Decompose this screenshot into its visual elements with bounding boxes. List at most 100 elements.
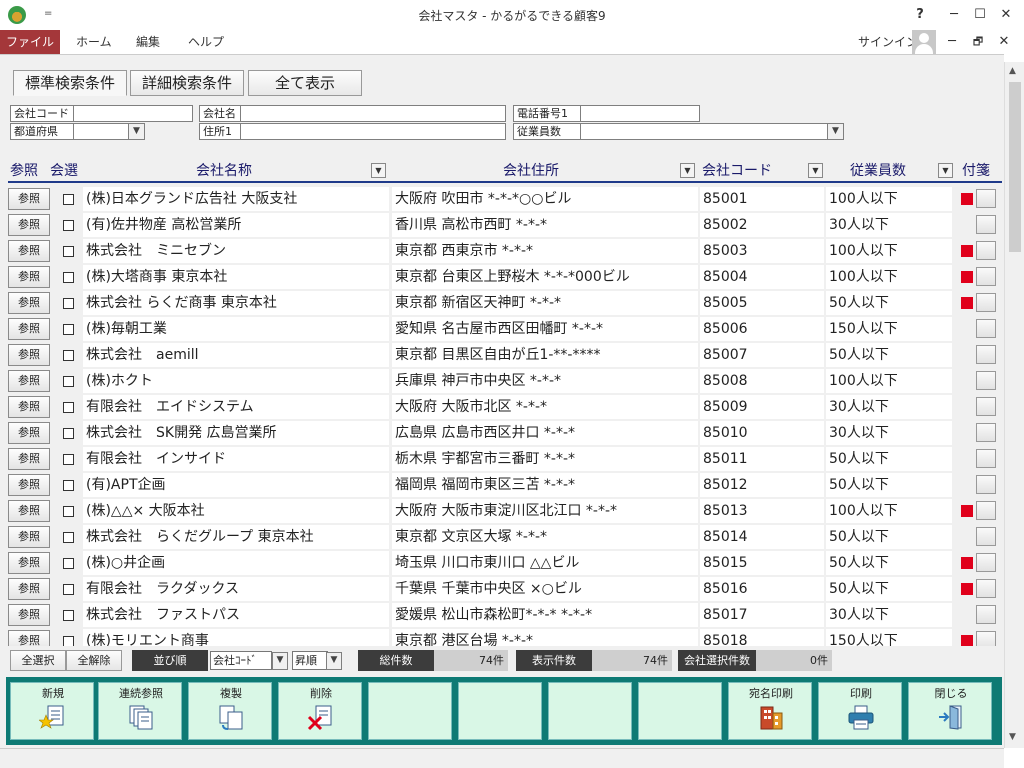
row-checkbox[interactable]: [63, 376, 74, 387]
row-checkbox[interactable]: [63, 194, 74, 205]
duplicate-button[interactable]: 複製: [188, 682, 272, 740]
chevron-down-icon[interactable]: ▼: [827, 123, 844, 140]
tag-button[interactable]: [976, 189, 996, 208]
table-row[interactable]: 参照 株式会社 ファストパス 愛媛県 松山市森松町*-*-* *-*-* 85017 3…: [8, 602, 1002, 628]
tag-button[interactable]: [976, 241, 996, 260]
ref-button[interactable]: 参照: [8, 500, 50, 522]
tab-help[interactable]: ヘルプ: [188, 30, 224, 54]
tag-button[interactable]: [976, 527, 996, 546]
tab-standard-search[interactable]: 標準検索条件: [13, 70, 127, 96]
chevron-down-icon[interactable]: ▼: [680, 163, 695, 178]
company-code-field[interactable]: [73, 105, 193, 122]
address-field[interactable]: [240, 123, 506, 140]
row-checkbox[interactable]: [63, 480, 74, 491]
row-checkbox[interactable]: [63, 350, 74, 361]
ref-button[interactable]: 参照: [8, 214, 50, 236]
phone-field[interactable]: [580, 105, 700, 122]
tag-button[interactable]: [976, 553, 996, 572]
ref-button[interactable]: 参照: [8, 266, 50, 288]
close-button[interactable]: ✕: [996, 5, 1016, 25]
tag-button[interactable]: [976, 267, 996, 286]
tag-button[interactable]: [976, 319, 996, 338]
tag-button[interactable]: [976, 631, 996, 646]
continuous-ref-button[interactable]: 連続参照: [98, 682, 182, 740]
table-row[interactable]: 参照 株式会社 SK開発 広島営業所 広島県 広島市西区井口 *-*-* 85010 3…: [8, 420, 1002, 446]
table-row[interactable]: 参照 株式会社 ミニセブン 東京都 西東京市 *-*-* 85003 100人以下: [8, 238, 1002, 264]
company-name-field[interactable]: [240, 105, 506, 122]
table-row[interactable]: 参照 (有)佐井物産 高松営業所 香川県 高松市西町 *-*-* 85002 30人以下: [8, 212, 1002, 238]
deselect-all-button[interactable]: 全解除: [66, 650, 122, 671]
row-checkbox[interactable]: [63, 532, 74, 543]
ref-button[interactable]: 参照: [8, 370, 50, 392]
table-row[interactable]: 参照 (株)△△× 大阪本社 大阪府 大阪市東淀川区北江口 *-*-* 85013 10…: [8, 498, 1002, 524]
table-row[interactable]: 参照 有限会社 ラクダックス 千葉県 千葉市中央区 ×○ビル 85016 50人以下: [8, 576, 1002, 602]
tag-button[interactable]: [976, 501, 996, 520]
chevron-down-icon[interactable]: ▼: [808, 163, 823, 178]
table-row[interactable]: 参照 (株)モリエント商事 東京都 港区台場 *-*-* 85018 150人以下: [8, 628, 1002, 646]
delete-button[interactable]: 削除: [278, 682, 362, 740]
sort-order-select[interactable]: 昇順: [292, 651, 328, 670]
tag-button[interactable]: [976, 293, 996, 312]
ref-button[interactable]: 参照: [8, 396, 50, 418]
address-print-button[interactable]: 宛名印刷: [728, 682, 812, 740]
table-row[interactable]: 参照 有限会社 インサイド 栃木県 宇都宮市三番町 *-*-* 85011 50人以下: [8, 446, 1002, 472]
row-checkbox[interactable]: [63, 454, 74, 465]
ref-button[interactable]: 参照: [8, 474, 50, 496]
chevron-down-icon[interactable]: ▼: [938, 163, 953, 178]
ref-button[interactable]: 参照: [8, 344, 50, 366]
ref-button[interactable]: 参照: [8, 422, 50, 444]
row-checkbox[interactable]: [63, 558, 74, 569]
ref-button[interactable]: 参照: [8, 240, 50, 262]
tag-button[interactable]: [976, 605, 996, 624]
table-row[interactable]: 参照 (株)○井企画 埼玉県 川口市東川口 △△ビル 85015 50人以下: [8, 550, 1002, 576]
minimize-button[interactable]: ─: [944, 5, 964, 25]
row-checkbox[interactable]: [63, 428, 74, 439]
scroll-up-icon[interactable]: ▲: [1009, 66, 1016, 76]
chevron-down-icon[interactable]: ▼: [371, 163, 386, 178]
empty-key-6[interactable]: [458, 682, 542, 740]
close-window-button[interactable]: 閉じる: [908, 682, 992, 740]
table-row[interactable]: 参照 株式会社 らくだグループ 東京本社 東京都 文京区大塚 *-*-* 85014 5…: [8, 524, 1002, 550]
ref-button[interactable]: 参照: [8, 630, 50, 646]
tab-edit[interactable]: 編集: [136, 30, 160, 54]
table-row[interactable]: 参照 (有)APT企画 福岡県 福岡市東区三苫 *-*-* 85012 50人以下: [8, 472, 1002, 498]
tab-detail-search[interactable]: 詳細検索条件: [130, 70, 244, 96]
col-address[interactable]: 会社住所: [503, 161, 559, 181]
chevron-down-icon[interactable]: ▼: [128, 123, 145, 140]
ref-button[interactable]: 参照: [8, 604, 50, 626]
table-row[interactable]: 参照 (株)毎朝工業 愛知県 名古屋市西区田幡町 *-*-* 85006 150人以下: [8, 316, 1002, 342]
row-checkbox[interactable]: [63, 220, 74, 231]
employees-select[interactable]: [580, 123, 828, 140]
tag-button[interactable]: [976, 371, 996, 390]
doc-close-button[interactable]: ✕: [994, 32, 1014, 52]
table-row[interactable]: 参照 (株)日本グランド広告社 大阪支社 大阪府 吹田市 *-*-*○○ビル 8500…: [8, 186, 1002, 212]
row-checkbox[interactable]: [63, 402, 74, 413]
empty-key-5[interactable]: [368, 682, 452, 740]
table-row[interactable]: 参照 有限会社 エイドシステム 大阪府 大阪市北区 *-*-* 85009 30人以下: [8, 394, 1002, 420]
tab-file[interactable]: ファイル: [0, 30, 60, 54]
vertical-scrollbar[interactable]: ▲ ▼: [1004, 62, 1024, 748]
ref-button[interactable]: 参照: [8, 448, 50, 470]
tag-button[interactable]: [976, 449, 996, 468]
col-code[interactable]: 会社コード: [702, 161, 772, 181]
row-checkbox[interactable]: [63, 636, 74, 646]
ref-button[interactable]: 参照: [8, 188, 50, 210]
table-row[interactable]: 参照 (株)ホクト 兵庫県 神戸市中央区 *-*-* 85008 100人以下: [8, 368, 1002, 394]
tab-home[interactable]: ホーム: [76, 30, 112, 54]
ref-button[interactable]: 参照: [8, 526, 50, 548]
signin-link[interactable]: サインイン: [858, 30, 918, 54]
avatar[interactable]: [912, 30, 936, 54]
row-checkbox[interactable]: [63, 298, 74, 309]
tag-button[interactable]: [976, 423, 996, 442]
scroll-thumb[interactable]: [1009, 82, 1021, 252]
tag-button[interactable]: [976, 475, 996, 494]
row-checkbox[interactable]: [63, 246, 74, 257]
col-name[interactable]: 会社名称: [196, 161, 252, 181]
show-all-button[interactable]: 全て表示: [248, 70, 362, 96]
chevron-down-icon[interactable]: ▼: [272, 652, 288, 670]
help-button[interactable]: ?: [910, 5, 930, 25]
ref-button[interactable]: 参照: [8, 292, 50, 314]
ref-button[interactable]: 参照: [8, 578, 50, 600]
new-button[interactable]: 新規: [10, 682, 94, 740]
table-row[interactable]: 参照 株式会社 aemill 東京都 目黒区自由が丘1-**-**** 85007 50…: [8, 342, 1002, 368]
